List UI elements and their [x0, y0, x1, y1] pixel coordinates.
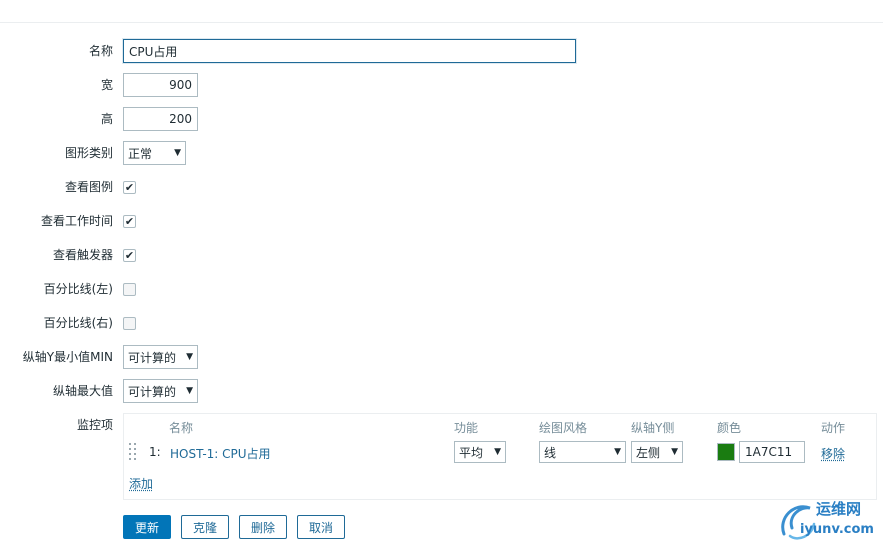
height-label: 高	[100, 112, 113, 126]
update-button[interactable]: 更新	[123, 515, 171, 539]
form-row-width: 宽 900	[0, 72, 883, 98]
ymin-label: 纵轴Y最小值MIN	[22, 350, 113, 364]
chevron-down-icon: ▼	[186, 386, 193, 396]
chevron-down-icon: ▼	[671, 447, 678, 457]
show-triggers-label: 查看触发器	[52, 248, 113, 262]
check-icon: ✔	[124, 248, 135, 262]
ymin-value: 可计算的	[128, 350, 177, 365]
delete-button[interactable]: 删除	[239, 515, 287, 539]
item-row-number: 1:	[149, 445, 161, 459]
ymin-select[interactable]: 可计算的 ▼	[123, 345, 198, 369]
form-row-percentile-left: 百分比线(左)	[0, 276, 883, 302]
name-input[interactable]: CPU占用	[123, 39, 576, 63]
watermark-title: 运维网	[816, 500, 862, 518]
add-item-link[interactable]: 添加	[129, 475, 153, 492]
width-input[interactable]: 900	[123, 73, 198, 97]
check-icon: ✔	[124, 214, 135, 228]
form-row-show-working-time: 查看工作时间 ✔	[0, 208, 883, 234]
item-y-axis-side-select[interactable]: 左侧 ▼	[631, 441, 683, 463]
percentile-right-label: 百分比线(右)	[43, 316, 113, 330]
item-function-value: 平均	[459, 445, 484, 460]
items-label: 监控项	[76, 418, 113, 432]
cancel-button[interactable]: 取消	[297, 515, 345, 539]
percentile-left-checkbox[interactable]	[123, 282, 136, 296]
width-label: 宽	[100, 78, 113, 92]
show-legend-label: 查看图例	[64, 180, 113, 194]
percentile-right-checkbox[interactable]	[123, 316, 136, 330]
item-name-link[interactable]: HOST-1: CPU占用	[170, 445, 271, 462]
item-color-picker: 1A7C11	[717, 441, 805, 463]
form-row-graph-type: 图形类别 正常 ▼	[0, 140, 883, 166]
item-color-input[interactable]: 1A7C11	[739, 441, 805, 463]
show-triggers-checkbox[interactable]: ✔	[123, 248, 136, 262]
remove-item-link[interactable]: 移除	[821, 445, 845, 462]
header-divider	[0, 22, 883, 23]
clone-button[interactable]: 克隆	[181, 515, 229, 539]
items-table: 名称 功能 绘图风格 纵轴Y侧 颜色 动作 1: HOST-1: CPU占用 平…	[123, 413, 877, 500]
form-row-ymax: 纵轴最大值 可计算的 ▼	[0, 378, 883, 404]
chevron-down-icon: ▼	[494, 447, 501, 457]
watermark-site: iyunv.com	[800, 522, 874, 537]
watermark-logo: 运维网 iyunv.com	[776, 496, 880, 544]
drag-handle-icon[interactable]	[129, 443, 137, 461]
form-row-ymin: 纵轴Y最小值MIN 可计算的 ▼	[0, 344, 883, 370]
graph-type-value: 正常	[128, 146, 153, 161]
check-icon: ✔	[124, 180, 135, 194]
chevron-down-icon: ▼	[174, 148, 181, 158]
name-label: 名称	[88, 44, 113, 58]
height-input[interactable]: 200	[123, 107, 198, 131]
ymax-label: 纵轴最大值	[52, 384, 113, 398]
col-header-y-axis-side: 纵轴Y侧	[631, 421, 675, 435]
show-working-time-label: 查看工作时间	[40, 214, 113, 228]
item-draw-style-select[interactable]: 线 ▼	[539, 441, 626, 463]
show-working-time-checkbox[interactable]: ✔	[123, 214, 136, 228]
col-header-color: 颜色	[717, 421, 742, 435]
form-row-height: 高 200	[0, 106, 883, 132]
col-header-draw-style: 绘图风格	[539, 421, 588, 435]
col-header-name: 名称	[169, 421, 194, 435]
form-row-percentile-right: 百分比线(右)	[0, 310, 883, 336]
col-header-action: 动作	[821, 421, 846, 435]
ymax-select[interactable]: 可计算的 ▼	[123, 379, 198, 403]
ymax-value: 可计算的	[128, 384, 177, 399]
form-row-name: 名称 CPU占用	[0, 38, 883, 64]
graph-type-label: 图形类别	[64, 146, 113, 160]
percentile-left-label: 百分比线(左)	[43, 282, 113, 296]
chevron-down-icon: ▼	[614, 447, 621, 457]
show-legend-checkbox[interactable]: ✔	[123, 180, 136, 194]
col-header-function: 功能	[454, 421, 479, 435]
form-row-show-triggers: 查看触发器 ✔	[0, 242, 883, 268]
graph-type-select[interactable]: 正常 ▼	[123, 141, 186, 165]
chevron-down-icon: ▼	[186, 352, 193, 362]
item-y-axis-side-value: 左侧	[636, 445, 661, 460]
color-swatch[interactable]	[717, 443, 735, 461]
item-function-select[interactable]: 平均 ▼	[454, 441, 506, 463]
form-row-show-legend: 查看图例 ✔	[0, 174, 883, 200]
item-draw-style-value: 线	[544, 445, 557, 460]
